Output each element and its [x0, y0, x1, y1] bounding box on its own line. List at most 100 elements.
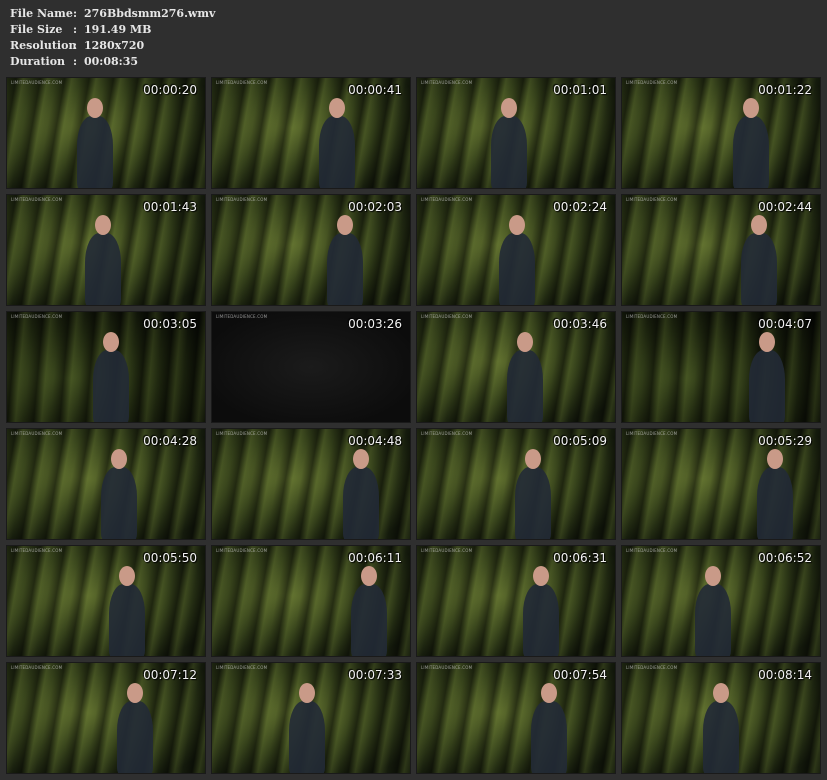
info-separator: :: [73, 7, 78, 20]
figure-head: [353, 449, 369, 469]
watermark: LIMITEDAUDIENCE.COM: [421, 431, 473, 436]
info-label: File Size: [10, 23, 63, 36]
figure-head: [329, 98, 345, 118]
video-thumbnail[interactable]: LIMITEDAUDIENCE.COM 00:01:22: [621, 77, 821, 189]
info-label: File Name: [10, 7, 73, 20]
video-thumbnail[interactable]: LIMITEDAUDIENCE.COM 00:05:09: [416, 428, 616, 540]
thumbnail-timestamp: 00:02:03: [348, 200, 402, 214]
thumbnail-timestamp: 00:07:12: [143, 668, 197, 682]
figure-head: [509, 215, 525, 235]
video-thumbnail[interactable]: LIMITEDAUDIENCE.COM 00:02:24: [416, 194, 616, 306]
watermark: LIMITEDAUDIENCE.COM: [626, 431, 678, 436]
watermark: LIMITEDAUDIENCE.COM: [421, 548, 473, 553]
watermark: LIMITEDAUDIENCE.COM: [626, 80, 678, 85]
video-thumbnail[interactable]: LIMITEDAUDIENCE.COM 00:00:41: [211, 77, 411, 189]
file-info-panel: File Name : 276Bbdsmm276.wmv File Size :…: [10, 6, 215, 70]
info-row-duration: Duration : 00:08:35: [10, 54, 215, 70]
video-thumbnail[interactable]: LIMITEDAUDIENCE.COM 00:03:46: [416, 311, 616, 423]
video-thumbnail[interactable]: LIMITEDAUDIENCE.COM 00:01:43: [6, 194, 206, 306]
figure-head: [87, 98, 103, 118]
figure-silhouette: [491, 116, 527, 188]
figure-head: [525, 449, 541, 469]
info-value: 276Bbdsmm276.wmv: [84, 7, 216, 20]
figure-silhouette: [77, 116, 113, 188]
figure-silhouette: [101, 467, 137, 539]
thumbnail-timestamp: 00:07:54: [553, 668, 607, 682]
thumbnail-timestamp: 00:01:22: [758, 83, 812, 97]
video-thumbnail[interactable]: LIMITEDAUDIENCE.COM 00:05:29: [621, 428, 821, 540]
watermark: LIMITEDAUDIENCE.COM: [216, 80, 268, 85]
watermark: LIMITEDAUDIENCE.COM: [216, 665, 268, 670]
thumbnail-timestamp: 00:04:48: [348, 434, 402, 448]
video-thumbnail[interactable]: LIMITEDAUDIENCE.COM 00:05:50: [6, 545, 206, 657]
thumbnail-timestamp: 00:01:43: [143, 200, 197, 214]
video-thumbnail[interactable]: LIMITEDAUDIENCE.COM 00:08:14: [621, 662, 821, 774]
watermark: LIMITEDAUDIENCE.COM: [216, 431, 268, 436]
figure-silhouette: [749, 350, 785, 422]
video-thumbnail[interactable]: LIMITEDAUDIENCE.COM 00:02:44: [621, 194, 821, 306]
video-thumbnail[interactable]: LIMITEDAUDIENCE.COM 00:02:03: [211, 194, 411, 306]
info-label: Resolution: [10, 39, 77, 52]
video-thumbnail[interactable]: LIMITEDAUDIENCE.COM 00:07:54: [416, 662, 616, 774]
figure-head: [337, 215, 353, 235]
watermark: LIMITEDAUDIENCE.COM: [626, 665, 678, 670]
figure-head: [299, 683, 315, 703]
video-thumbnail[interactable]: LIMITEDAUDIENCE.COM 00:06:52: [621, 545, 821, 657]
watermark: LIMITEDAUDIENCE.COM: [216, 197, 268, 202]
figure-head: [111, 449, 127, 469]
figure-head: [743, 98, 759, 118]
thumbnail-timestamp: 00:06:11: [348, 551, 402, 565]
figure-silhouette: [343, 467, 379, 539]
figure-head: [103, 332, 119, 352]
figure-silhouette: [109, 584, 145, 656]
figure-head: [759, 332, 775, 352]
figure-silhouette: [351, 584, 387, 656]
watermark: LIMITEDAUDIENCE.COM: [11, 80, 63, 85]
thumbnail-timestamp: 00:00:20: [143, 83, 197, 97]
thumbnail-timestamp: 00:05:09: [553, 434, 607, 448]
video-thumbnail[interactable]: LIMITEDAUDIENCE.COM 00:06:11: [211, 545, 411, 657]
figure-head: [767, 449, 783, 469]
figure-head: [541, 683, 557, 703]
info-row-file-name: File Name : 276Bbdsmm276.wmv: [10, 6, 215, 22]
watermark: LIMITEDAUDIENCE.COM: [11, 431, 63, 436]
thumbnail-timestamp: 00:07:33: [348, 668, 402, 682]
video-thumbnail[interactable]: LIMITEDAUDIENCE.COM 00:07:12: [6, 662, 206, 774]
watermark: LIMITEDAUDIENCE.COM: [11, 665, 63, 670]
thumbnail-timestamp: 00:06:52: [758, 551, 812, 565]
video-thumbnail[interactable]: LIMITEDAUDIENCE.COM 00:07:33: [211, 662, 411, 774]
figure-head: [95, 215, 111, 235]
figure-silhouette: [695, 584, 731, 656]
video-thumbnail[interactable]: LIMITEDAUDIENCE.COM 00:06:31: [416, 545, 616, 657]
watermark: LIMITEDAUDIENCE.COM: [216, 314, 268, 319]
info-row-resolution: Resolution : 1280x720: [10, 38, 215, 54]
figure-head: [751, 215, 767, 235]
video-thumbnail[interactable]: LIMITEDAUDIENCE.COM 00:04:07: [621, 311, 821, 423]
info-value: 00:08:35: [84, 55, 139, 68]
video-thumbnail[interactable]: LIMITEDAUDIENCE.COM 00:03:26: [211, 311, 411, 423]
figure-silhouette: [523, 584, 559, 656]
figure-head: [119, 566, 135, 586]
watermark: LIMITEDAUDIENCE.COM: [216, 548, 268, 553]
video-thumbnail[interactable]: LIMITEDAUDIENCE.COM 00:03:05: [6, 311, 206, 423]
info-label: Duration: [10, 55, 66, 68]
figure-silhouette: [531, 701, 567, 773]
figure-silhouette: [117, 701, 153, 773]
figure-head: [705, 566, 721, 586]
video-thumbnail[interactable]: LIMITEDAUDIENCE.COM 00:04:28: [6, 428, 206, 540]
figure-head: [501, 98, 517, 118]
thumbnail-grid: LIMITEDAUDIENCE.COM 00:00:20 LIMITEDAUDIEN…: [6, 77, 821, 774]
thumbnail-timestamp: 00:00:41: [348, 83, 402, 97]
figure-head: [517, 332, 533, 352]
watermark: LIMITEDAUDIENCE.COM: [626, 548, 678, 553]
thumbnail-timestamp: 00:05:50: [143, 551, 197, 565]
figure-head: [127, 683, 143, 703]
video-thumbnail[interactable]: LIMITEDAUDIENCE.COM 00:00:20: [6, 77, 206, 189]
figure-silhouette: [733, 116, 769, 188]
figure-silhouette: [515, 467, 551, 539]
thumbnail-timestamp: 00:08:14: [758, 668, 812, 682]
thumbnail-timestamp: 00:03:26: [348, 317, 402, 331]
video-thumbnail[interactable]: LIMITEDAUDIENCE.COM 00:04:48: [211, 428, 411, 540]
watermark: LIMITEDAUDIENCE.COM: [421, 314, 473, 319]
video-thumbnail[interactable]: LIMITEDAUDIENCE.COM 00:01:01: [416, 77, 616, 189]
